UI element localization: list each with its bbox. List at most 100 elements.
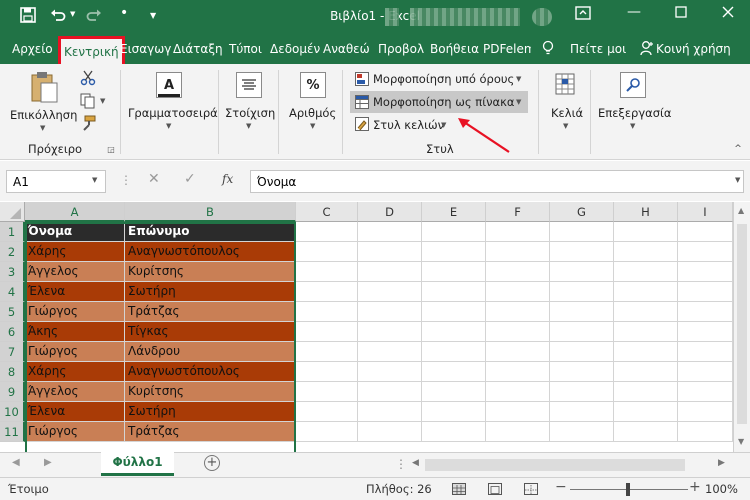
- table-cell[interactable]: [550, 262, 614, 282]
- table-cell[interactable]: [678, 242, 733, 262]
- table-cell[interactable]: [678, 402, 733, 422]
- table-cell[interactable]: [550, 322, 614, 342]
- table-cell[interactable]: [614, 242, 678, 262]
- table-cell[interactable]: [550, 362, 614, 382]
- horizontal-scrollbar-thumb[interactable]: [425, 459, 685, 471]
- table-cell[interactable]: Άγγελος: [25, 262, 125, 282]
- normal-view-icon[interactable]: [452, 483, 466, 495]
- table-cell[interactable]: Αναγνωστόπουλος: [125, 362, 296, 382]
- table-cell[interactable]: [296, 362, 358, 382]
- minimize-icon[interactable]: —: [627, 4, 641, 20]
- tab-splitter-icon[interactable]: ⋮: [395, 457, 407, 471]
- table-cell[interactable]: [422, 422, 486, 442]
- table-cell[interactable]: [358, 322, 422, 342]
- tab-page-layout[interactable]: Διάταξη: [173, 42, 223, 56]
- number-dropdown-icon[interactable]: ▼: [310, 122, 315, 130]
- table-cell[interactable]: Έλενα: [25, 282, 125, 302]
- table-cell[interactable]: Σωτήρη: [125, 402, 296, 422]
- table-cell[interactable]: [614, 262, 678, 282]
- page-break-view-icon[interactable]: [524, 483, 538, 495]
- confirm-entry-icon[interactable]: ✓: [184, 171, 196, 187]
- tab-home[interactable]: Κεντρική: [58, 36, 125, 64]
- alignment-icon[interactable]: [236, 72, 262, 98]
- editing-dropdown-icon[interactable]: ▼: [630, 122, 635, 130]
- tab-review[interactable]: Αναθεώ: [323, 42, 370, 56]
- table-cell[interactable]: Γιώργος: [25, 422, 125, 442]
- table-cell[interactable]: [486, 382, 550, 402]
- table-cell[interactable]: Άκης: [25, 322, 125, 342]
- cut-icon[interactable]: [79, 69, 97, 87]
- table-cell[interactable]: [358, 262, 422, 282]
- table-cell[interactable]: [678, 422, 733, 442]
- hscroll-left-icon[interactable]: ◀: [412, 458, 419, 468]
- editing-search-icon[interactable]: [620, 72, 646, 98]
- table-cell[interactable]: Άγγελος: [25, 382, 125, 402]
- table-cell[interactable]: [614, 362, 678, 382]
- name-box-dropdown-icon[interactable]: ▼: [92, 176, 97, 184]
- worksheet-grid[interactable]: A B C D E F G H I 1 Όνομα Επώνυμο 2 Χάρης Αναγνωστόπου…: [0, 202, 750, 452]
- name-box[interactable]: A1: [6, 170, 106, 193]
- table-cell[interactable]: [358, 422, 422, 442]
- table-cell[interactable]: Τίγκας: [125, 322, 296, 342]
- paste-icon[interactable]: [28, 70, 60, 104]
- table-cell[interactable]: Τράτζας: [125, 302, 296, 322]
- vscroll-up-icon[interactable]: ▲: [738, 206, 744, 215]
- column-header-g[interactable]: G: [550, 202, 614, 222]
- column-header-b[interactable]: B: [125, 202, 296, 222]
- table-header-cell[interactable]: [486, 222, 550, 242]
- table-cell[interactable]: [678, 262, 733, 282]
- column-header-d[interactable]: D: [358, 202, 422, 222]
- column-header-f[interactable]: F: [486, 202, 550, 222]
- zoom-out-icon[interactable]: −: [555, 479, 567, 495]
- column-header-e[interactable]: E: [422, 202, 486, 222]
- font-button[interactable]: Γραμματοσειρά: [128, 106, 218, 120]
- cancel-entry-icon[interactable]: ✕: [148, 171, 160, 187]
- row-header-5[interactable]: 5: [0, 302, 25, 322]
- sheet-tab-1[interactable]: Φύλλο1: [101, 452, 174, 476]
- paste-button[interactable]: Επικόλληση: [10, 108, 77, 122]
- number-format-icon[interactable]: %: [300, 72, 326, 98]
- table-cell[interactable]: Χάρης: [25, 362, 125, 382]
- row-header-10[interactable]: 10: [0, 402, 25, 422]
- table-cell[interactable]: [358, 362, 422, 382]
- table-cell[interactable]: [422, 402, 486, 422]
- table-cell[interactable]: Γιώργος: [25, 342, 125, 362]
- format-painter-icon[interactable]: [79, 114, 97, 132]
- ribbon-display-icon[interactable]: [575, 6, 591, 24]
- table-header-cell[interactable]: [614, 222, 678, 242]
- table-cell[interactable]: Λάνδρου: [125, 342, 296, 362]
- number-button[interactable]: Αριθμός: [289, 106, 336, 120]
- vertical-scrollbar[interactable]: ▲ ▼: [733, 202, 750, 452]
- table-cell[interactable]: [614, 402, 678, 422]
- row-header-11[interactable]: 11: [0, 422, 25, 442]
- vertical-scrollbar-thumb[interactable]: [737, 224, 747, 424]
- table-cell[interactable]: [296, 422, 358, 442]
- row-header-7[interactable]: 7: [0, 342, 25, 362]
- table-cell[interactable]: [486, 402, 550, 422]
- alignment-dropdown-icon[interactable]: ▼: [246, 122, 251, 130]
- table-cell[interactable]: Τράτζας: [125, 422, 296, 442]
- table-cell[interactable]: [550, 282, 614, 302]
- table-cell[interactable]: [678, 382, 733, 402]
- table-header-cell[interactable]: [358, 222, 422, 242]
- cells-button[interactable]: Κελιά: [551, 106, 583, 120]
- table-cell[interactable]: Κυρίτσης: [125, 262, 296, 282]
- insert-function-icon[interactable]: fx: [222, 172, 233, 186]
- tab-help[interactable]: Βοήθεια: [430, 42, 479, 56]
- table-cell[interactable]: [614, 422, 678, 442]
- table-cell[interactable]: Αναγνωστόπουλος: [125, 242, 296, 262]
- column-header-i[interactable]: I: [678, 202, 733, 222]
- cells-dropdown-icon[interactable]: ▼: [563, 122, 568, 130]
- row-header-2[interactable]: 2: [0, 242, 25, 262]
- tab-data[interactable]: Δεδομέν: [270, 42, 320, 56]
- row-header-6[interactable]: 6: [0, 322, 25, 342]
- table-cell[interactable]: [678, 322, 733, 342]
- tab-insert[interactable]: Εισαγωγ: [120, 42, 171, 56]
- table-cell[interactable]: [296, 242, 358, 262]
- vscroll-down-icon[interactable]: ▼: [738, 437, 744, 446]
- table-cell[interactable]: [486, 302, 550, 322]
- row-header-8[interactable]: 8: [0, 362, 25, 382]
- cell-styles-icon[interactable]: [354, 116, 370, 132]
- table-cell[interactable]: [486, 342, 550, 362]
- font-dropdown-icon[interactable]: ▼: [166, 122, 171, 130]
